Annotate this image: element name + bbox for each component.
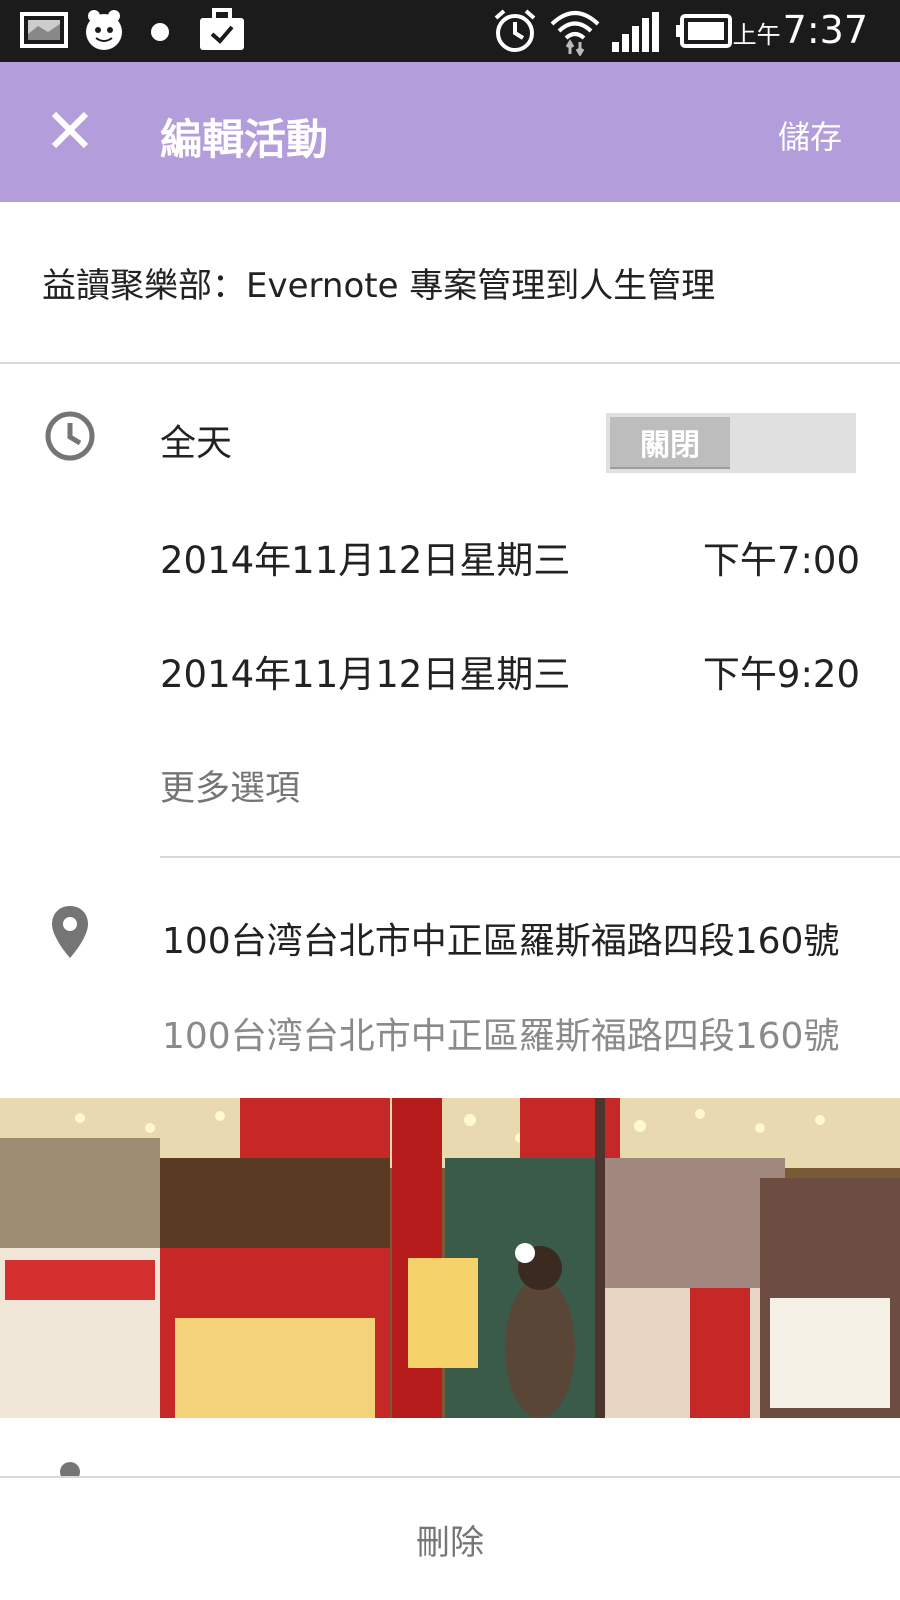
status-time: 上午7:37	[733, 8, 868, 52]
mascot-icon	[80, 6, 128, 58]
divider	[0, 362, 900, 364]
location-field[interactable]: 100台湾台北市中正區羅斯福路四段160號	[162, 912, 839, 964]
bottom-bar: 刪除	[0, 1476, 900, 1600]
save-button[interactable]: 儲存	[778, 112, 842, 158]
more-options-link[interactable]: 更多選項	[160, 760, 300, 811]
status-bar: 上午7:37	[0, 0, 900, 62]
close-button[interactable]	[40, 102, 100, 162]
event-title-field[interactable]: 益讀聚樂部：Evernote 專案管理到人生管理	[42, 258, 715, 307]
dot-icon	[150, 22, 170, 46]
all-day-toggle[interactable]: 關閉	[606, 413, 856, 473]
end-time[interactable]: 下午9:20	[703, 644, 860, 698]
start-date[interactable]: 2014年11月12日星期三	[160, 530, 570, 584]
image-icon	[20, 10, 68, 54]
all-day-label: 全天	[160, 423, 233, 464]
status-ampm: 上午	[732, 21, 781, 49]
briefcase-check-icon	[198, 8, 246, 56]
partial-row	[0, 1418, 900, 1478]
location-photo[interactable]	[0, 1098, 900, 1418]
delete-button[interactable]: 刪除	[416, 1515, 484, 1564]
start-time[interactable]: 下午7:00	[703, 530, 860, 584]
alarm-icon	[492, 8, 538, 58]
bookstore-photo	[0, 1098, 900, 1418]
close-icon	[50, 110, 90, 154]
clock-icon	[44, 410, 96, 466]
toggle-knob: 關閉	[610, 417, 730, 469]
page-title: 編輯活動	[160, 115, 329, 164]
battery-icon	[676, 14, 732, 52]
location-suggestion[interactable]: 100台湾台北市中正區羅斯福路四段160號	[162, 1007, 839, 1059]
person-icon	[52, 1458, 88, 1478]
wifi-icon	[548, 6, 602, 60]
end-date[interactable]: 2014年11月12日星期三	[160, 644, 570, 698]
status-clock: 7:37	[782, 8, 868, 52]
divider	[160, 856, 900, 858]
app-bar: 編輯活動 儲存	[0, 62, 900, 202]
location-pin-icon	[50, 904, 90, 964]
signal-icon	[612, 12, 660, 56]
